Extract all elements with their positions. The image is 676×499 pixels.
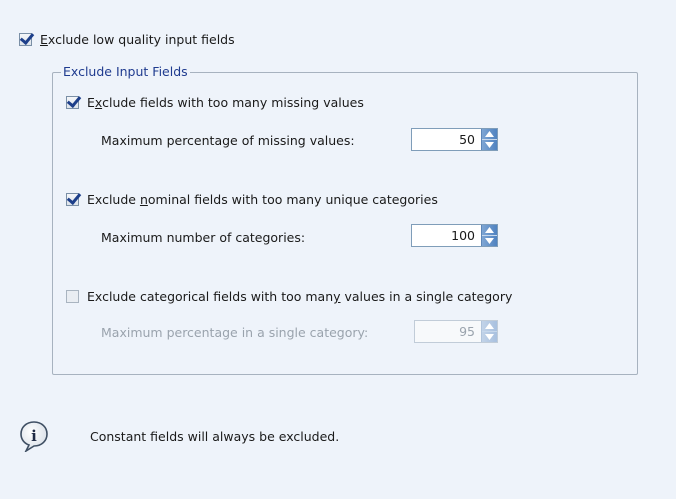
max-single-category-spinner[interactable]: 95 — [414, 320, 498, 343]
chevron-down-icon — [485, 238, 494, 244]
chevron-down-icon — [485, 334, 494, 340]
exclude-missing-checkbox[interactable] — [66, 96, 79, 109]
chevron-up-icon — [485, 323, 494, 329]
spinner-buttons[interactable] — [481, 129, 497, 150]
max-missing-value[interactable]: 50 — [412, 129, 481, 150]
exclude-low-quality-check-box[interactable] — [19, 33, 32, 46]
exclude-low-quality-label-rest: xclude low quality input fields — [47, 32, 235, 47]
chevron-down-icon — [485, 142, 494, 148]
max-single-category-label: Maximum percentage in a single category: — [101, 325, 369, 340]
exclude-nominal-checkbox[interactable] — [66, 193, 79, 206]
exclude-low-quality-checkbox[interactable]: Exclude low quality input fields — [19, 32, 235, 47]
exclude-missing-label: Exclude fields with too many missing val… — [87, 95, 364, 110]
spin-up-button — [482, 321, 497, 331]
spin-down-button[interactable] — [482, 236, 497, 246]
spin-up-button[interactable] — [482, 129, 497, 139]
exclude-low-quality-label: Exclude low quality input fields — [40, 32, 235, 47]
spinner-buttons — [481, 321, 497, 342]
max-missing-spinner[interactable]: 50 — [411, 128, 498, 151]
max-single-category-value: 95 — [459, 324, 475, 339]
chevron-up-icon — [485, 131, 494, 137]
exclude-categorical-checkbox[interactable] — [66, 290, 79, 303]
exclude-nominal-label: Exclude nominal fields with too many uni… — [87, 192, 438, 207]
max-categories-value[interactable]: 100 — [412, 225, 481, 246]
info-message: Constant fields will always be excluded. — [90, 429, 340, 444]
spin-down-button[interactable] — [482, 140, 497, 150]
max-categories-spinner[interactable]: 100 — [411, 224, 498, 247]
group-title: Exclude Input Fields — [61, 64, 190, 79]
chevron-up-icon — [485, 227, 494, 233]
spin-down-button — [482, 332, 497, 342]
spin-up-button[interactable] — [482, 225, 497, 235]
max-categories-label: Maximum number of categories: — [101, 230, 306, 245]
exclude-categorical-label: Exclude categorical fields with too many… — [87, 289, 513, 304]
spinner-buttons[interactable] — [481, 225, 497, 246]
exclude-missing-checkbox-row[interactable]: Exclude fields with too many missing val… — [66, 95, 364, 110]
exclude-categorical-checkbox-row[interactable]: Exclude categorical fields with too many… — [66, 289, 512, 304]
exclude-nominal-checkbox-row[interactable]: Exclude nominal fields with too many uni… — [66, 192, 438, 207]
info-icon: i — [20, 421, 48, 452]
svg-text:i: i — [31, 427, 37, 445]
max-missing-label: Maximum percentage of missing values: — [101, 133, 355, 148]
